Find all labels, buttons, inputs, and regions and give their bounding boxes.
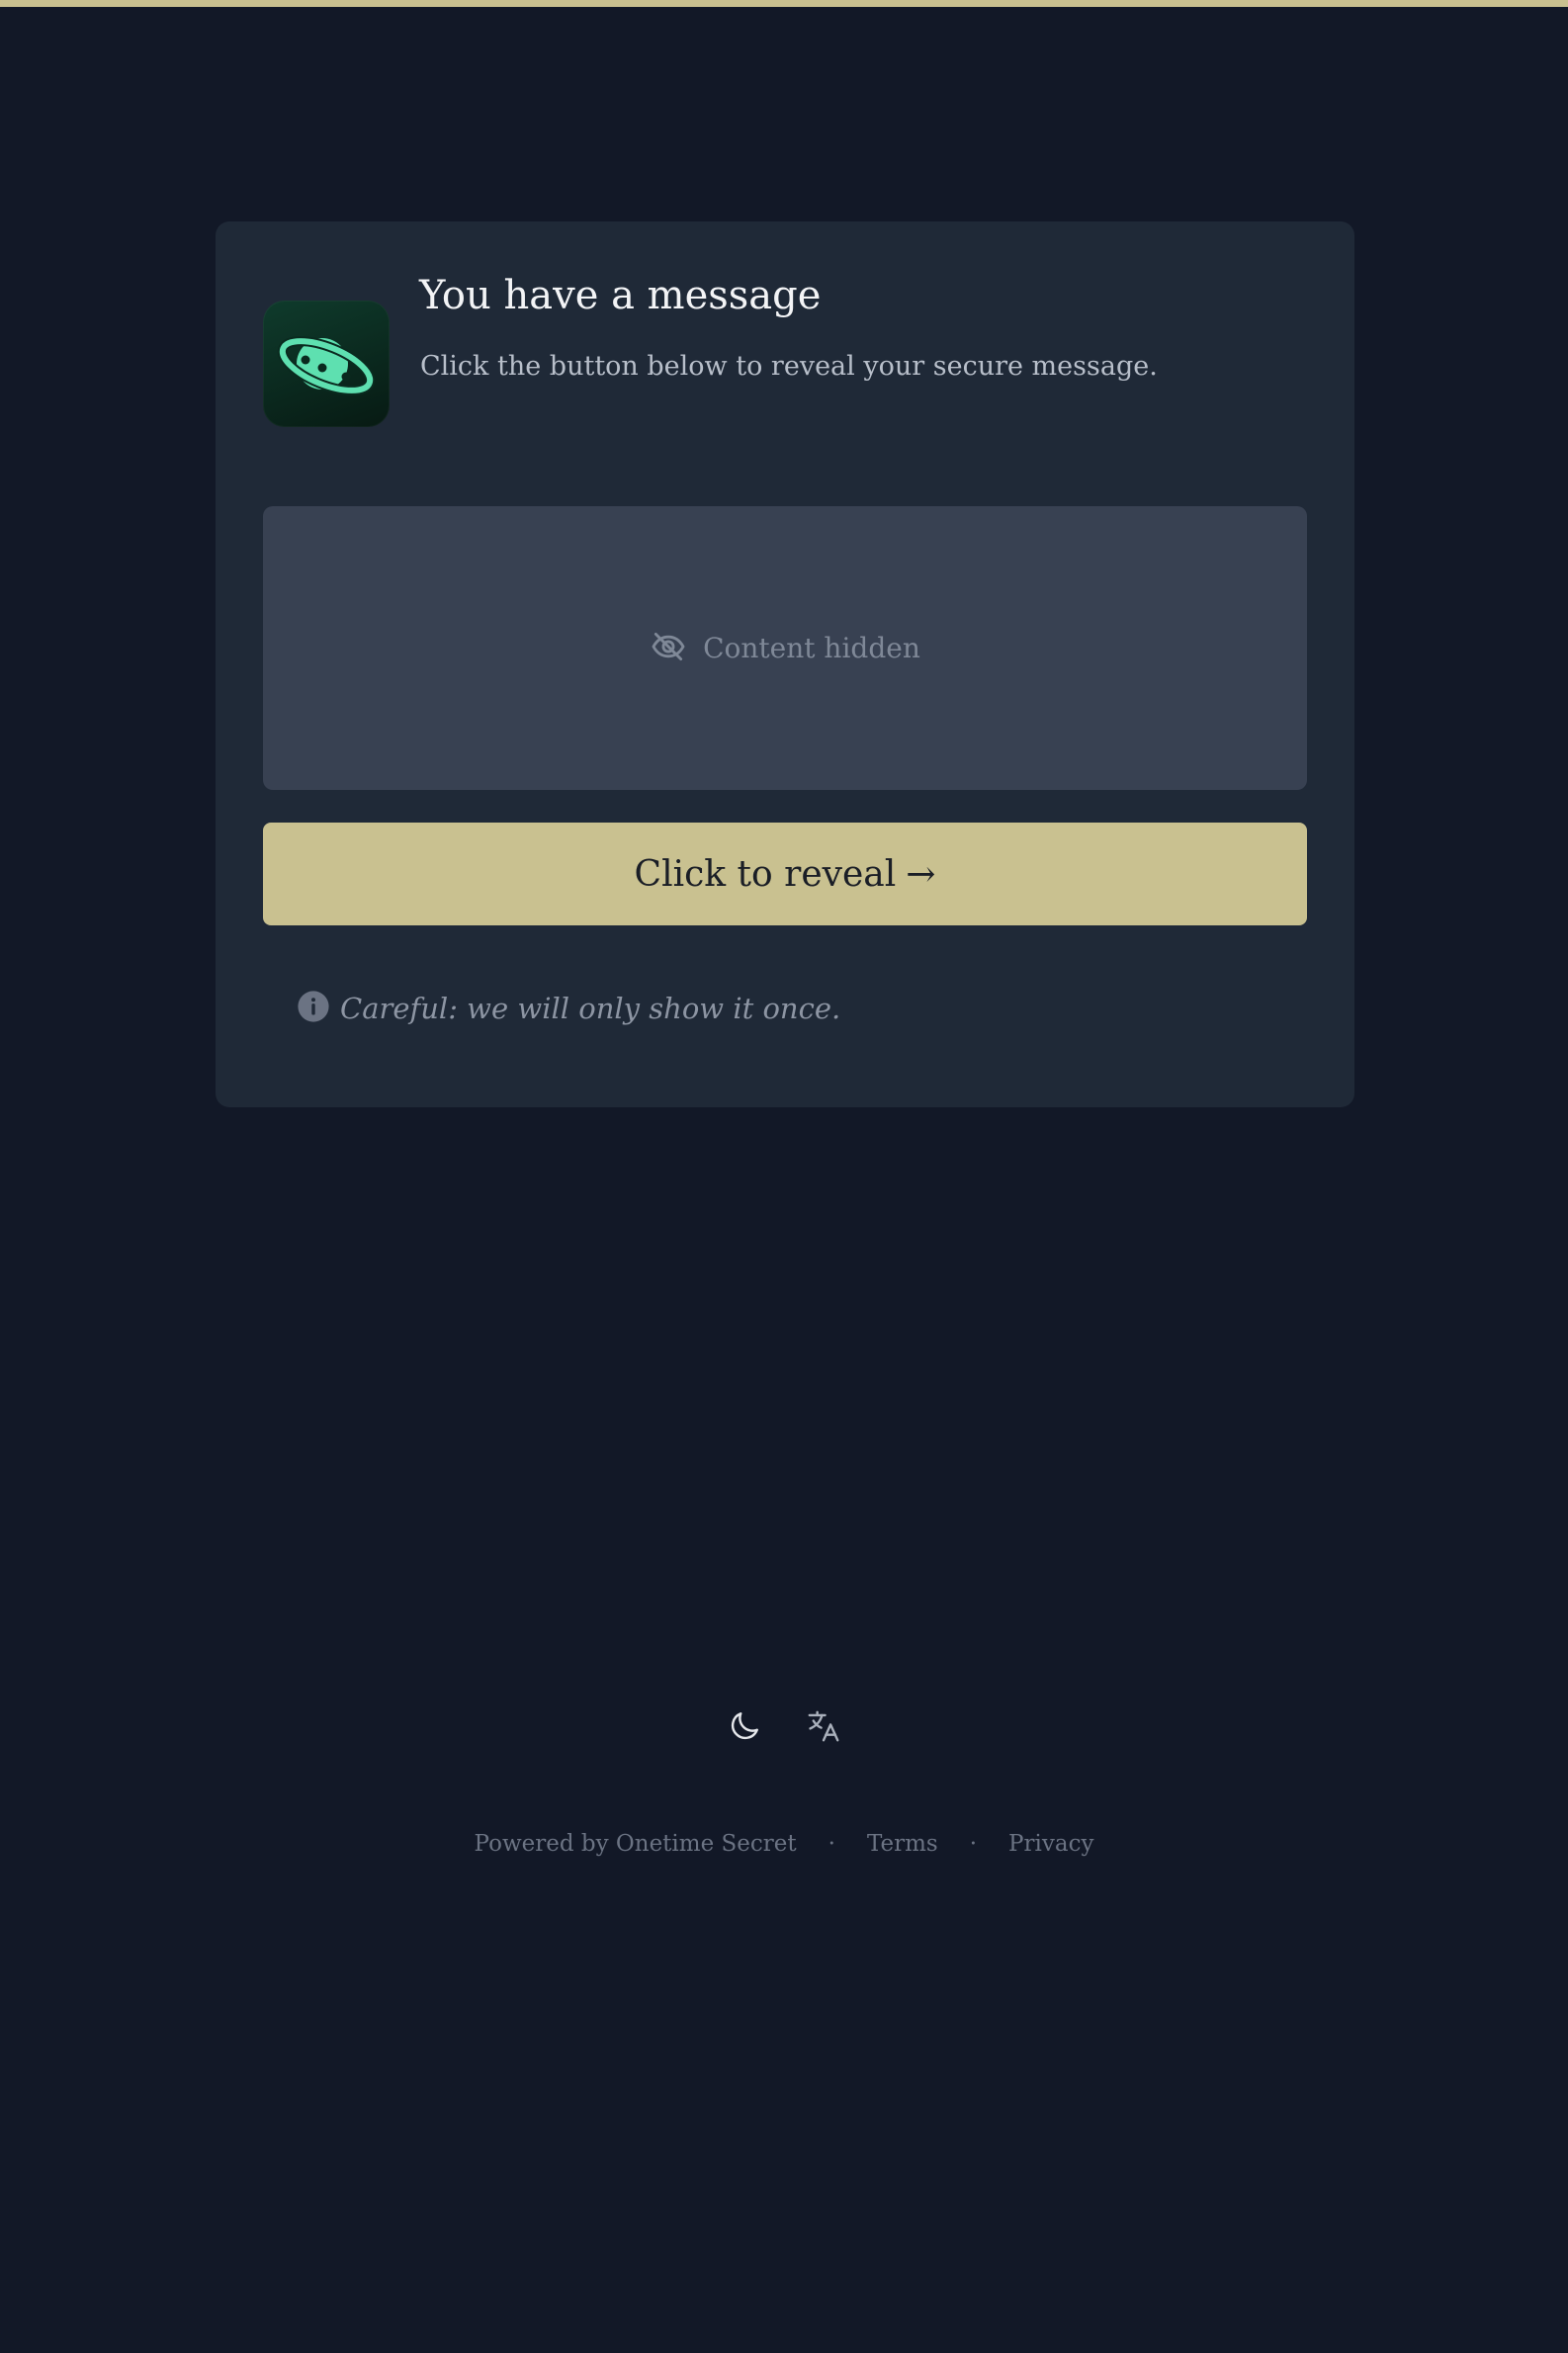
planet-icon: [263, 301, 390, 427]
footer-separator: ·: [828, 1831, 835, 1857]
reveal-button-label: Click to reveal: [634, 853, 897, 895]
warning-text: Careful: we will only show it once.: [340, 992, 841, 1025]
reveal-button[interactable]: Click to reveal →: [263, 823, 1307, 925]
footer-separator: ·: [969, 1831, 978, 1857]
hidden-content-box: Content hidden: [263, 506, 1307, 790]
arrow-right-icon: →: [906, 853, 936, 895]
eye-slash-icon: [650, 628, 687, 669]
terms-link[interactable]: Terms: [867, 1831, 938, 1857]
translate-icon[interactable]: [803, 1705, 844, 1747]
footer-controls: [0, 1705, 1568, 1747]
page-title: You have a message: [419, 273, 822, 318]
powered-by-link[interactable]: Powered by Onetime Secret: [475, 1831, 797, 1857]
content-hidden-label: Content hidden: [703, 632, 920, 664]
footer-links: Powered by Onetime Secret · Terms · Priv…: [0, 1831, 1568, 1857]
one-time-warning: Careful: we will only show it once.: [297, 990, 840, 1027]
info-icon: [297, 990, 330, 1027]
secret-card: You have a message Click the button belo…: [216, 221, 1354, 1107]
moon-icon[interactable]: [724, 1705, 765, 1747]
privacy-link[interactable]: Privacy: [1008, 1831, 1093, 1857]
top-accent-bar: [0, 0, 1568, 7]
page-subtitle: Click the button below to reveal your se…: [420, 351, 1158, 382]
planet-logo-graphic: [277, 336, 376, 395]
